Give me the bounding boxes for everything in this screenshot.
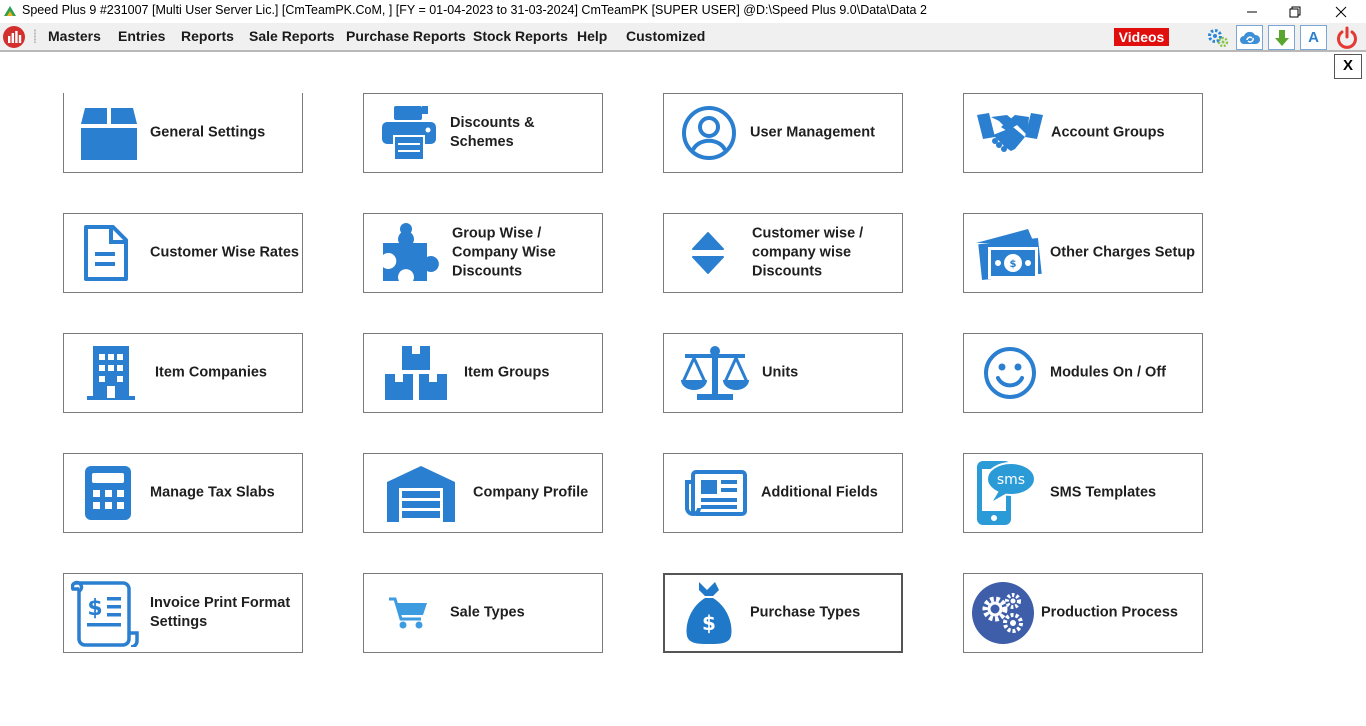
settings-gears-button[interactable] [1204,25,1231,50]
tile-label: Units [762,364,799,381]
tile-label: General Settings [150,124,266,140]
gears-icon [972,582,1034,644]
tile-group-company-wise-discounts[interactable]: Group Wise / Company Wise Discounts [363,213,603,293]
tile-sale-types[interactable]: Sale Types [363,573,603,653]
restore-icon [1289,6,1301,17]
menu-masters[interactable]: Masters [48,28,101,44]
app-logo-icon[interactable] [2,25,26,49]
tile-label: Additional Fields [761,484,878,501]
tile-label: Account Groups [1051,124,1165,141]
menu-customized[interactable]: Customized [626,28,705,44]
title-bar: Speed Plus 9 #231007 [Multi User Server … [0,0,1366,23]
menu-sale-reports[interactable]: Sale Reports [249,28,335,44]
minimize-button[interactable] [1229,0,1275,23]
tile-label: Production Process [1041,604,1178,621]
tile-label: User Management [750,124,875,141]
document-icon [84,225,128,281]
boxes-icon [385,346,447,400]
svg-text:$: $ [1010,259,1017,270]
menu-divider [0,50,1366,52]
close-icon [1335,6,1347,17]
panel-close-button[interactable]: X [1334,54,1362,79]
tile-manage-tax-slabs[interactable]: Manage Tax Slabs [63,453,303,533]
money-bag-icon: $ [686,582,732,644]
user-circle-icon [682,106,736,160]
tile-item-companies[interactable]: Item Companies [63,333,303,413]
smiley-icon [984,347,1036,399]
window-title: Speed Plus 9 #231007 [Multi User Server … [22,3,927,17]
cloud-sync-icon [1239,31,1260,44]
tile-label: Purchase Types [750,604,861,621]
printer-icon [382,106,436,161]
building-icon [87,346,135,400]
warehouse-icon [387,466,455,522]
tile-label: Manage Tax Slabs [150,484,275,501]
sms-phone-icon: sms [977,461,1036,525]
menu-help[interactable]: Help [577,28,607,44]
download-arrow-icon [1274,29,1289,46]
close-window-button[interactable] [1318,0,1364,23]
app-icon [4,6,16,16]
tile-production-process[interactable]: Production Process [963,573,1203,653]
tile-account-groups[interactable]: Account Groups [963,93,1203,173]
tile-item-groups[interactable]: Item Groups [363,333,603,413]
menu-purchase-reports[interactable]: Purchase Reports [346,28,466,44]
tile-label: Customer wise / company wise Discounts [752,225,864,280]
tile-user-management[interactable]: User Management [663,93,903,173]
tile-purchase-types[interactable]: $ Purchase Types [663,573,903,653]
tile-sms-templates[interactable]: sms SMS Templates [963,453,1203,533]
tile-label: Discounts & Schemes [450,115,535,150]
calculator-icon [85,466,131,520]
receipt-icon: $ [71,580,139,647]
newspaper-icon [685,470,747,516]
tile-label: Invoice Print Format Settings [150,595,291,630]
menu-grip[interactable] [34,29,36,43]
restore-button[interactable] [1272,0,1318,23]
tile-label: SMS Templates [1050,484,1157,501]
tile-customer-company-wise-discounts[interactable]: Customer wise / company wise Discounts [663,213,903,293]
power-button[interactable] [1333,25,1360,50]
gears-icon [1207,28,1228,47]
minimize-icon [1247,11,1257,12]
tile-label: Item Groups [464,364,550,381]
cloud-sync-button[interactable] [1236,25,1263,50]
download-update-button[interactable] [1268,25,1295,50]
menu-entries[interactable]: Entries [118,28,165,44]
tile-label: Modules On / Off [1050,364,1166,381]
tile-additional-fields[interactable]: Additional Fields [663,453,903,533]
svg-text:sms: sms [997,472,1025,488]
svg-text:$: $ [702,611,716,635]
money-icon: $ [976,229,1042,281]
tile-general-settings[interactable]: General Settings [63,93,303,173]
menu-reports[interactable]: Reports [181,28,234,44]
tile-company-profile[interactable]: Company Profile [363,453,603,533]
menu-stock-reports[interactable]: Stock Reports [473,28,568,44]
tile-modules-on-off[interactable]: Modules On / Off [963,333,1203,413]
handshake-icon [977,113,1043,152]
tile-units[interactable]: Units [663,333,903,413]
tile-discounts-schemes[interactable]: Discounts & Schemes [363,93,603,173]
scale-icon [681,346,749,400]
tile-label: Item Companies [155,364,267,381]
sort-arrows-icon [692,232,724,274]
cart-icon [389,597,427,629]
tile-other-charges-setup[interactable]: $ Other Charges Setup [963,213,1203,293]
tile-label: Other Charges Setup [1050,244,1196,261]
box-icon [81,107,137,160]
power-icon [1336,26,1357,49]
tile-label: Sale Types [450,604,525,621]
font-size-button[interactable]: A [1300,25,1327,50]
tile-invoice-print-format[interactable]: $ Invoice Print Format Settings [63,573,303,653]
tile-label: Group Wise / Company Wise Discounts [452,225,556,280]
videos-button[interactable]: Videos [1114,28,1169,46]
tile-label: Customer Wise Rates [150,244,299,261]
svg-text:$: $ [87,596,102,621]
puzzle-icon [383,223,439,281]
tile-customer-wise-rates[interactable]: Customer Wise Rates [63,213,303,293]
tile-label: Company Profile [473,484,589,501]
